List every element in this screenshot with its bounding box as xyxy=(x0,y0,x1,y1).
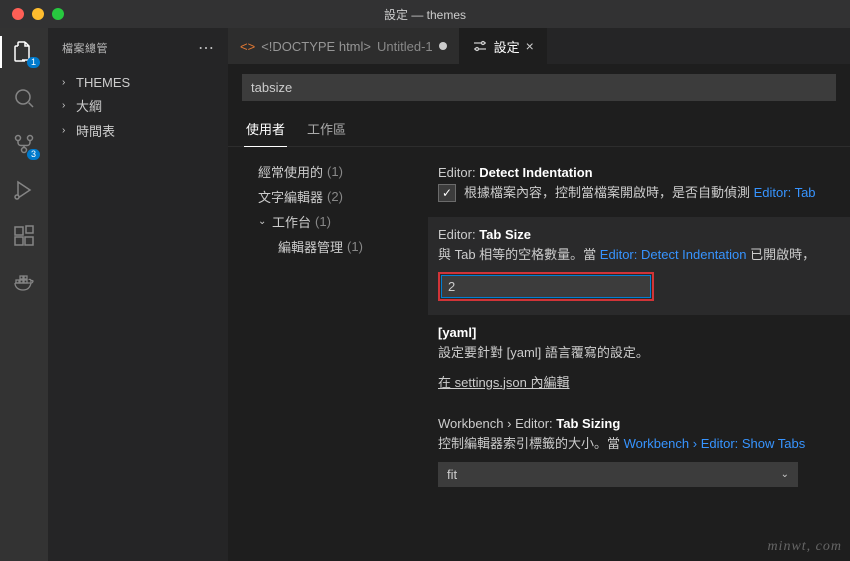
sidebar-item-label: 大綱 xyxy=(76,96,102,115)
window-minimize-icon[interactable] xyxy=(32,8,44,20)
setting-detect-indentation: Editor: Detect Indentation ✓ 根據檔案內容，控制當檔… xyxy=(436,155,850,217)
explorer-badge: 1 xyxy=(27,57,40,68)
watermark: minwt, com xyxy=(767,539,842,555)
titlebar: 設定 — themes xyxy=(0,0,850,28)
settings-scope-tabs: 使用者 工作區 xyxy=(228,107,850,147)
source-control-icon[interactable]: 3 xyxy=(10,130,38,158)
window-maximize-icon[interactable] xyxy=(52,8,64,20)
extensions-icon[interactable] xyxy=(10,222,38,250)
tab-workspace[interactable]: 工作區 xyxy=(305,113,348,146)
docker-icon[interactable] xyxy=(10,268,38,296)
edit-in-settings-json[interactable]: 在 settings.json 內編輯 xyxy=(438,375,570,390)
scm-badge: 3 xyxy=(27,149,40,160)
detect-indentation-checkbox[interactable]: ✓ xyxy=(438,184,456,202)
chevron-down-icon: ⌄ xyxy=(781,469,789,480)
run-debug-icon[interactable] xyxy=(10,176,38,204)
window-title: 設定 — themes xyxy=(384,6,466,23)
editor-area: <> <!DOCTYPE html> Untitled-1 設定 × 使用者 工… xyxy=(228,28,850,561)
tab-sizing-select[interactable]: fit ⌄ xyxy=(438,462,798,487)
chevron-right-icon: › xyxy=(62,100,76,111)
tab-size-highlight xyxy=(438,272,654,301)
tab-settings[interactable]: 設定 × xyxy=(460,28,547,64)
settings-toc: 經常使用的 (1) 文字編輯器 (2) ⌄ 工作台 (1) 編輯器管理 (1 xyxy=(228,147,428,561)
sidebar-item-timeline[interactable]: › 時間表 xyxy=(48,118,228,143)
tabs-bar: <> <!DOCTYPE html> Untitled-1 設定 × xyxy=(228,28,850,64)
setting-yaml: [yaml] 設定要針對 [yaml] 語言覆寫的設定。 在 settings.… xyxy=(436,315,850,406)
toc-item-common[interactable]: 經常使用的 (1) xyxy=(258,159,428,184)
traffic-lights xyxy=(0,8,64,20)
sidebar-item-label: THEMES xyxy=(76,75,130,90)
sidebar-more-icon[interactable]: ⋯ xyxy=(198,38,214,58)
tab-sublabel: Untitled-1 xyxy=(377,39,433,54)
sidebar: 檔案總管 ⋯ › THEMES › 大綱 › 時間表 xyxy=(48,28,228,561)
explorer-icon[interactable]: 1 xyxy=(10,38,38,66)
settings-list: Editor: Detect Indentation ✓ 根據檔案內容，控制當檔… xyxy=(428,147,850,561)
toc-item-workbench[interactable]: ⌄ 工作台 (1) xyxy=(258,209,428,234)
link-detect-indentation[interactable]: Editor: Detect Indentation xyxy=(600,247,747,262)
window-close-icon[interactable] xyxy=(12,8,24,20)
link-editor-tab[interactable]: Editor: Tab xyxy=(754,185,816,200)
chevron-down-icon: ⌄ xyxy=(258,216,272,227)
chevron-right-icon: › xyxy=(62,77,76,88)
settings-sliders-icon xyxy=(472,38,488,54)
settings-search-input[interactable] xyxy=(242,74,836,101)
toc-item-texteditor[interactable]: 文字編輯器 (2) xyxy=(258,184,428,209)
tab-label: <!DOCTYPE html> xyxy=(261,39,371,54)
html-file-icon: <> xyxy=(240,39,255,54)
activity-bar: 1 3 xyxy=(0,28,48,561)
sidebar-title: 檔案總管 xyxy=(62,40,108,56)
tab-untitled[interactable]: <> <!DOCTYPE html> Untitled-1 xyxy=(228,28,460,64)
setting-tab-sizing: Workbench › Editor: Tab Sizing 控制編輯器索引標籤… xyxy=(436,406,850,501)
setting-tab-size: Editor: Tab Size 與 Tab 相等的空格數量。當 Editor:… xyxy=(428,217,850,316)
dirty-dot-icon xyxy=(439,42,447,50)
link-show-tabs[interactable]: Workbench › Editor: Show Tabs xyxy=(624,436,806,451)
chevron-right-icon: › xyxy=(62,125,76,136)
sidebar-item-outline[interactable]: › 大綱 xyxy=(48,93,228,118)
tab-size-input[interactable] xyxy=(441,275,651,298)
tab-user[interactable]: 使用者 xyxy=(244,113,287,147)
close-icon[interactable]: × xyxy=(526,38,534,54)
tab-label: 設定 xyxy=(494,37,520,56)
sidebar-item-themes[interactable]: › THEMES xyxy=(48,72,228,93)
toc-item-editor-mgmt[interactable]: 編輯器管理 (1) xyxy=(258,234,428,259)
sidebar-item-label: 時間表 xyxy=(76,121,115,140)
search-icon[interactable] xyxy=(10,84,38,112)
